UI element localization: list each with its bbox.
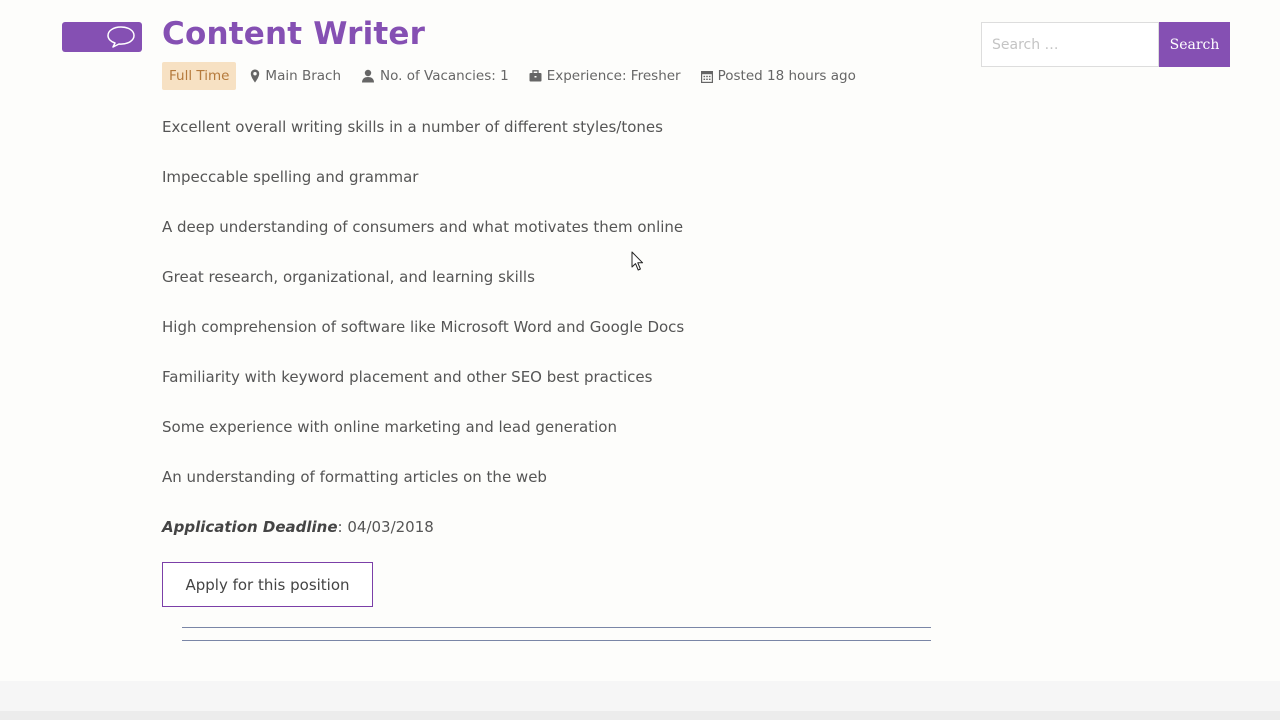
job-meta: Full Time Main Brach No. of Vacancies: 1… <box>162 62 876 90</box>
application-deadline: Application Deadline: 04/03/2018 <box>162 517 434 537</box>
job-posted: Posted 18 hours ago <box>700 68 856 84</box>
job-location-label: Main Brach <box>265 68 342 84</box>
divider <box>182 640 931 641</box>
comment-badge[interactable] <box>62 22 142 52</box>
job-location: Main Brach <box>250 68 341 84</box>
job-title: Content Writer <box>162 16 426 52</box>
apply-button[interactable]: Apply for this position <box>162 562 373 607</box>
job-experience: Experience: Fresher <box>529 68 681 84</box>
footer-band <box>0 711 1280 720</box>
list-item: Familiarity with keyword placement and o… <box>162 368 653 386</box>
list-item: Great research, organizational, and lear… <box>162 268 535 286</box>
job-posted-label: Posted 18 hours ago <box>717 68 856 84</box>
footer-band <box>0 681 1280 711</box>
job-experience-label: Experience: Fresher <box>546 68 681 84</box>
requirements-list: Excellent overall writing skills in a nu… <box>162 117 684 517</box>
speech-bubble-icon <box>107 26 135 48</box>
job-vacancies-label: No. of Vacancies: 1 <box>380 68 509 84</box>
search-input[interactable] <box>981 22 1159 67</box>
list-item: A deep understanding of consumers and wh… <box>162 218 684 236</box>
list-item: High comprehension of software like Micr… <box>162 318 685 336</box>
search-form: Search <box>981 22 1230 67</box>
job-vacancies: No. of Vacancies: 1 <box>361 68 509 84</box>
search-button[interactable]: Search <box>1159 22 1230 67</box>
list-item: An understanding of formatting articles … <box>162 468 547 486</box>
job-type-badge: Full Time <box>162 62 237 90</box>
map-pin-icon <box>251 69 260 83</box>
list-item: Impeccable spelling and grammar <box>162 168 419 186</box>
calendar-icon <box>700 70 713 83</box>
list-item: Some experience with online marketing an… <box>162 418 617 436</box>
job-page: Content Writer Full Time Main Brach No. … <box>0 0 1280 720</box>
briefcase-icon <box>529 70 542 82</box>
user-icon <box>362 69 375 83</box>
deadline-label: Application Deadline <box>162 518 338 536</box>
deadline-value: : 04/03/2018 <box>337 518 434 536</box>
mouse-cursor-icon <box>631 251 644 271</box>
divider <box>182 627 931 628</box>
list-item: Excellent overall writing skills in a nu… <box>162 118 663 136</box>
